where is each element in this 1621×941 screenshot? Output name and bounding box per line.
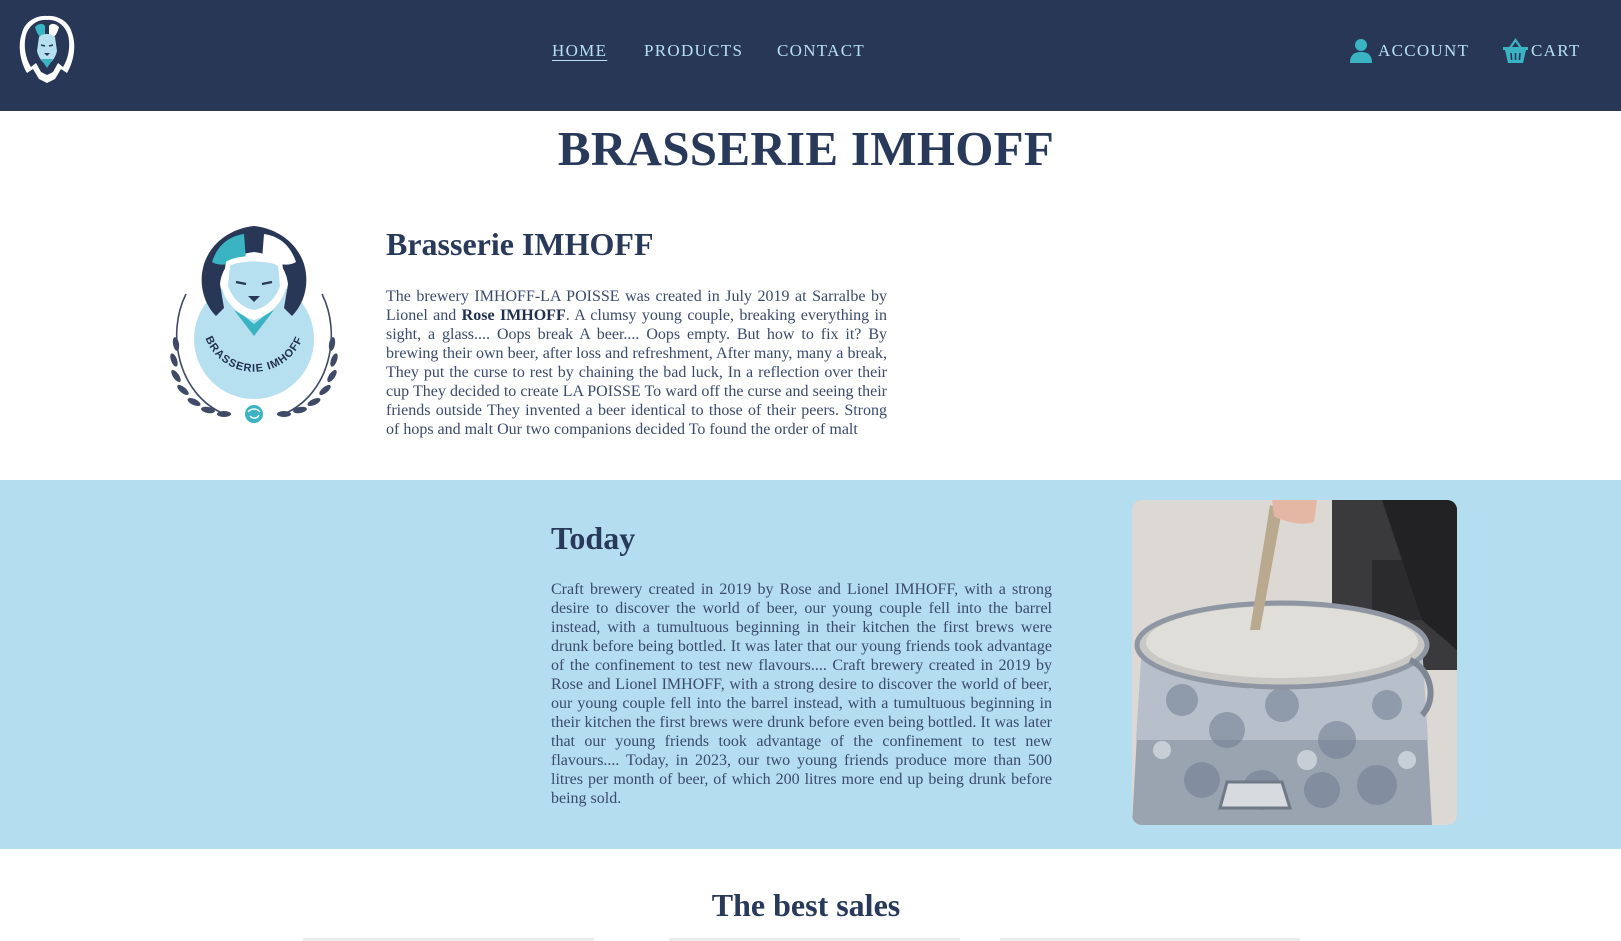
today-paragraph: Craft brewery created in 2019 by Rose an… [551,581,1052,807]
user-icon [1349,38,1373,64]
basket-icon [1502,38,1528,64]
lion-logo-icon[interactable] [17,13,77,88]
best-sales-heading: The best sales [711,887,901,923]
about-text-bold: Rose IMHOFF [461,307,566,324]
account-button[interactable]: ACCOUNT [1349,37,1469,65]
site-header: HOME PRODUCTS CONTACT ACCOUNT CART [0,0,1621,111]
about-text-part: . A clumsy young couple, breaking everyt… [386,307,887,438]
brasserie-imhoff-emblem-icon: BRASSERIE IMHOFF [164,224,344,430]
about-heading: Brasserie IMHOFF [386,226,654,262]
about-paragraph: The brewery IMHOFF-LA POISSE was created… [386,287,887,439]
nav-home[interactable]: HOME [552,41,607,61]
cart-button[interactable]: CART [1502,37,1581,65]
nav-products[interactable]: PRODUCTS [644,41,743,61]
cart-label: CART [1531,41,1581,60]
account-label: ACCOUNT [1378,41,1470,60]
brewing-kettle-photo [1132,500,1457,825]
nav-contact[interactable]: CONTACT [777,41,865,61]
page-title: BRASSERIE IMHOFF [557,121,1055,176]
today-heading: Today [551,520,636,556]
